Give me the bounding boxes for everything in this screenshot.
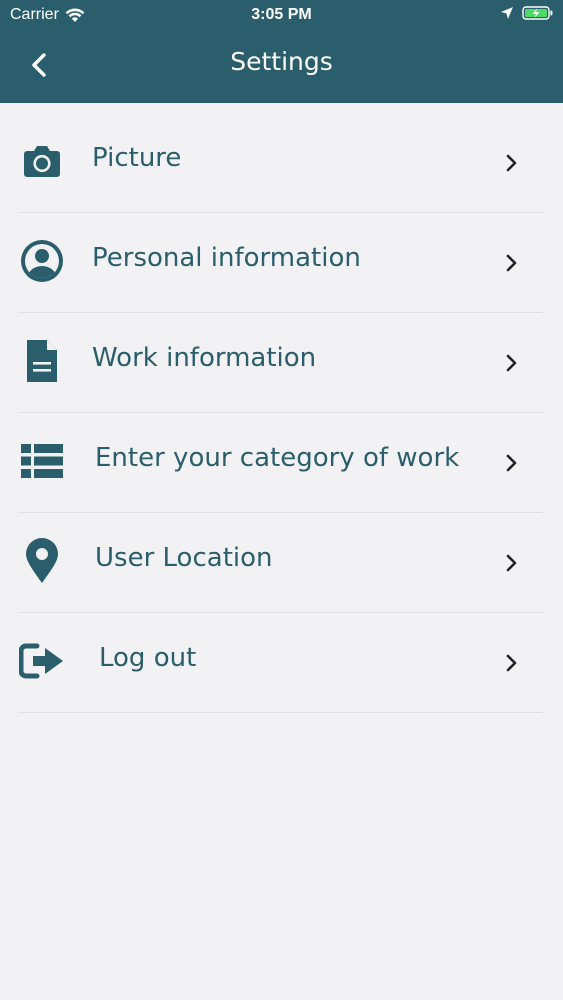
document-icon [18, 337, 66, 385]
menu-item-label: Work information [92, 343, 317, 373]
menu-item-label: Personal information [92, 243, 361, 273]
divider [18, 712, 543, 713]
menu-item-label: Picture [92, 143, 182, 173]
menu-item-label: User Location [95, 543, 273, 573]
status-indicators [500, 5, 554, 21]
list-icon [18, 437, 66, 485]
page-title: Settings [230, 47, 333, 76]
status-time: 3:05 PM [251, 6, 312, 23]
logout-icon [18, 637, 66, 685]
chevron-right-icon [506, 354, 517, 372]
menu-item-picture[interactable]: Picture [0, 113, 563, 213]
settings-menu: Picture Personal information Work inform… [0, 113, 563, 713]
menu-item-label: Enter your category of work [95, 443, 460, 473]
menu-item-user-location[interactable]: User Location [0, 513, 563, 613]
chevron-right-icon [506, 454, 517, 472]
menu-item-label: Log out [99, 643, 197, 673]
battery-icon [522, 6, 553, 20]
chevron-right-icon [506, 154, 517, 172]
chevron-right-icon [506, 254, 517, 272]
menu-item-personal-information[interactable]: Personal information [0, 213, 563, 313]
location-pin-icon [18, 537, 66, 585]
menu-item-work-information[interactable]: Work information [0, 313, 563, 413]
location-arrow-icon [501, 7, 513, 19]
chevron-right-icon [506, 654, 517, 672]
camera-icon [18, 137, 66, 185]
app-header: Carrier 3:05 PM Settings [0, 0, 563, 103]
user-circle-icon [18, 237, 66, 285]
menu-item-log-out[interactable]: Log out [0, 613, 563, 713]
status-bar: Carrier 3:05 PM [0, 0, 563, 30]
chevron-right-icon [506, 554, 517, 572]
menu-item-category-of-work[interactable]: Enter your category of work [0, 413, 563, 513]
